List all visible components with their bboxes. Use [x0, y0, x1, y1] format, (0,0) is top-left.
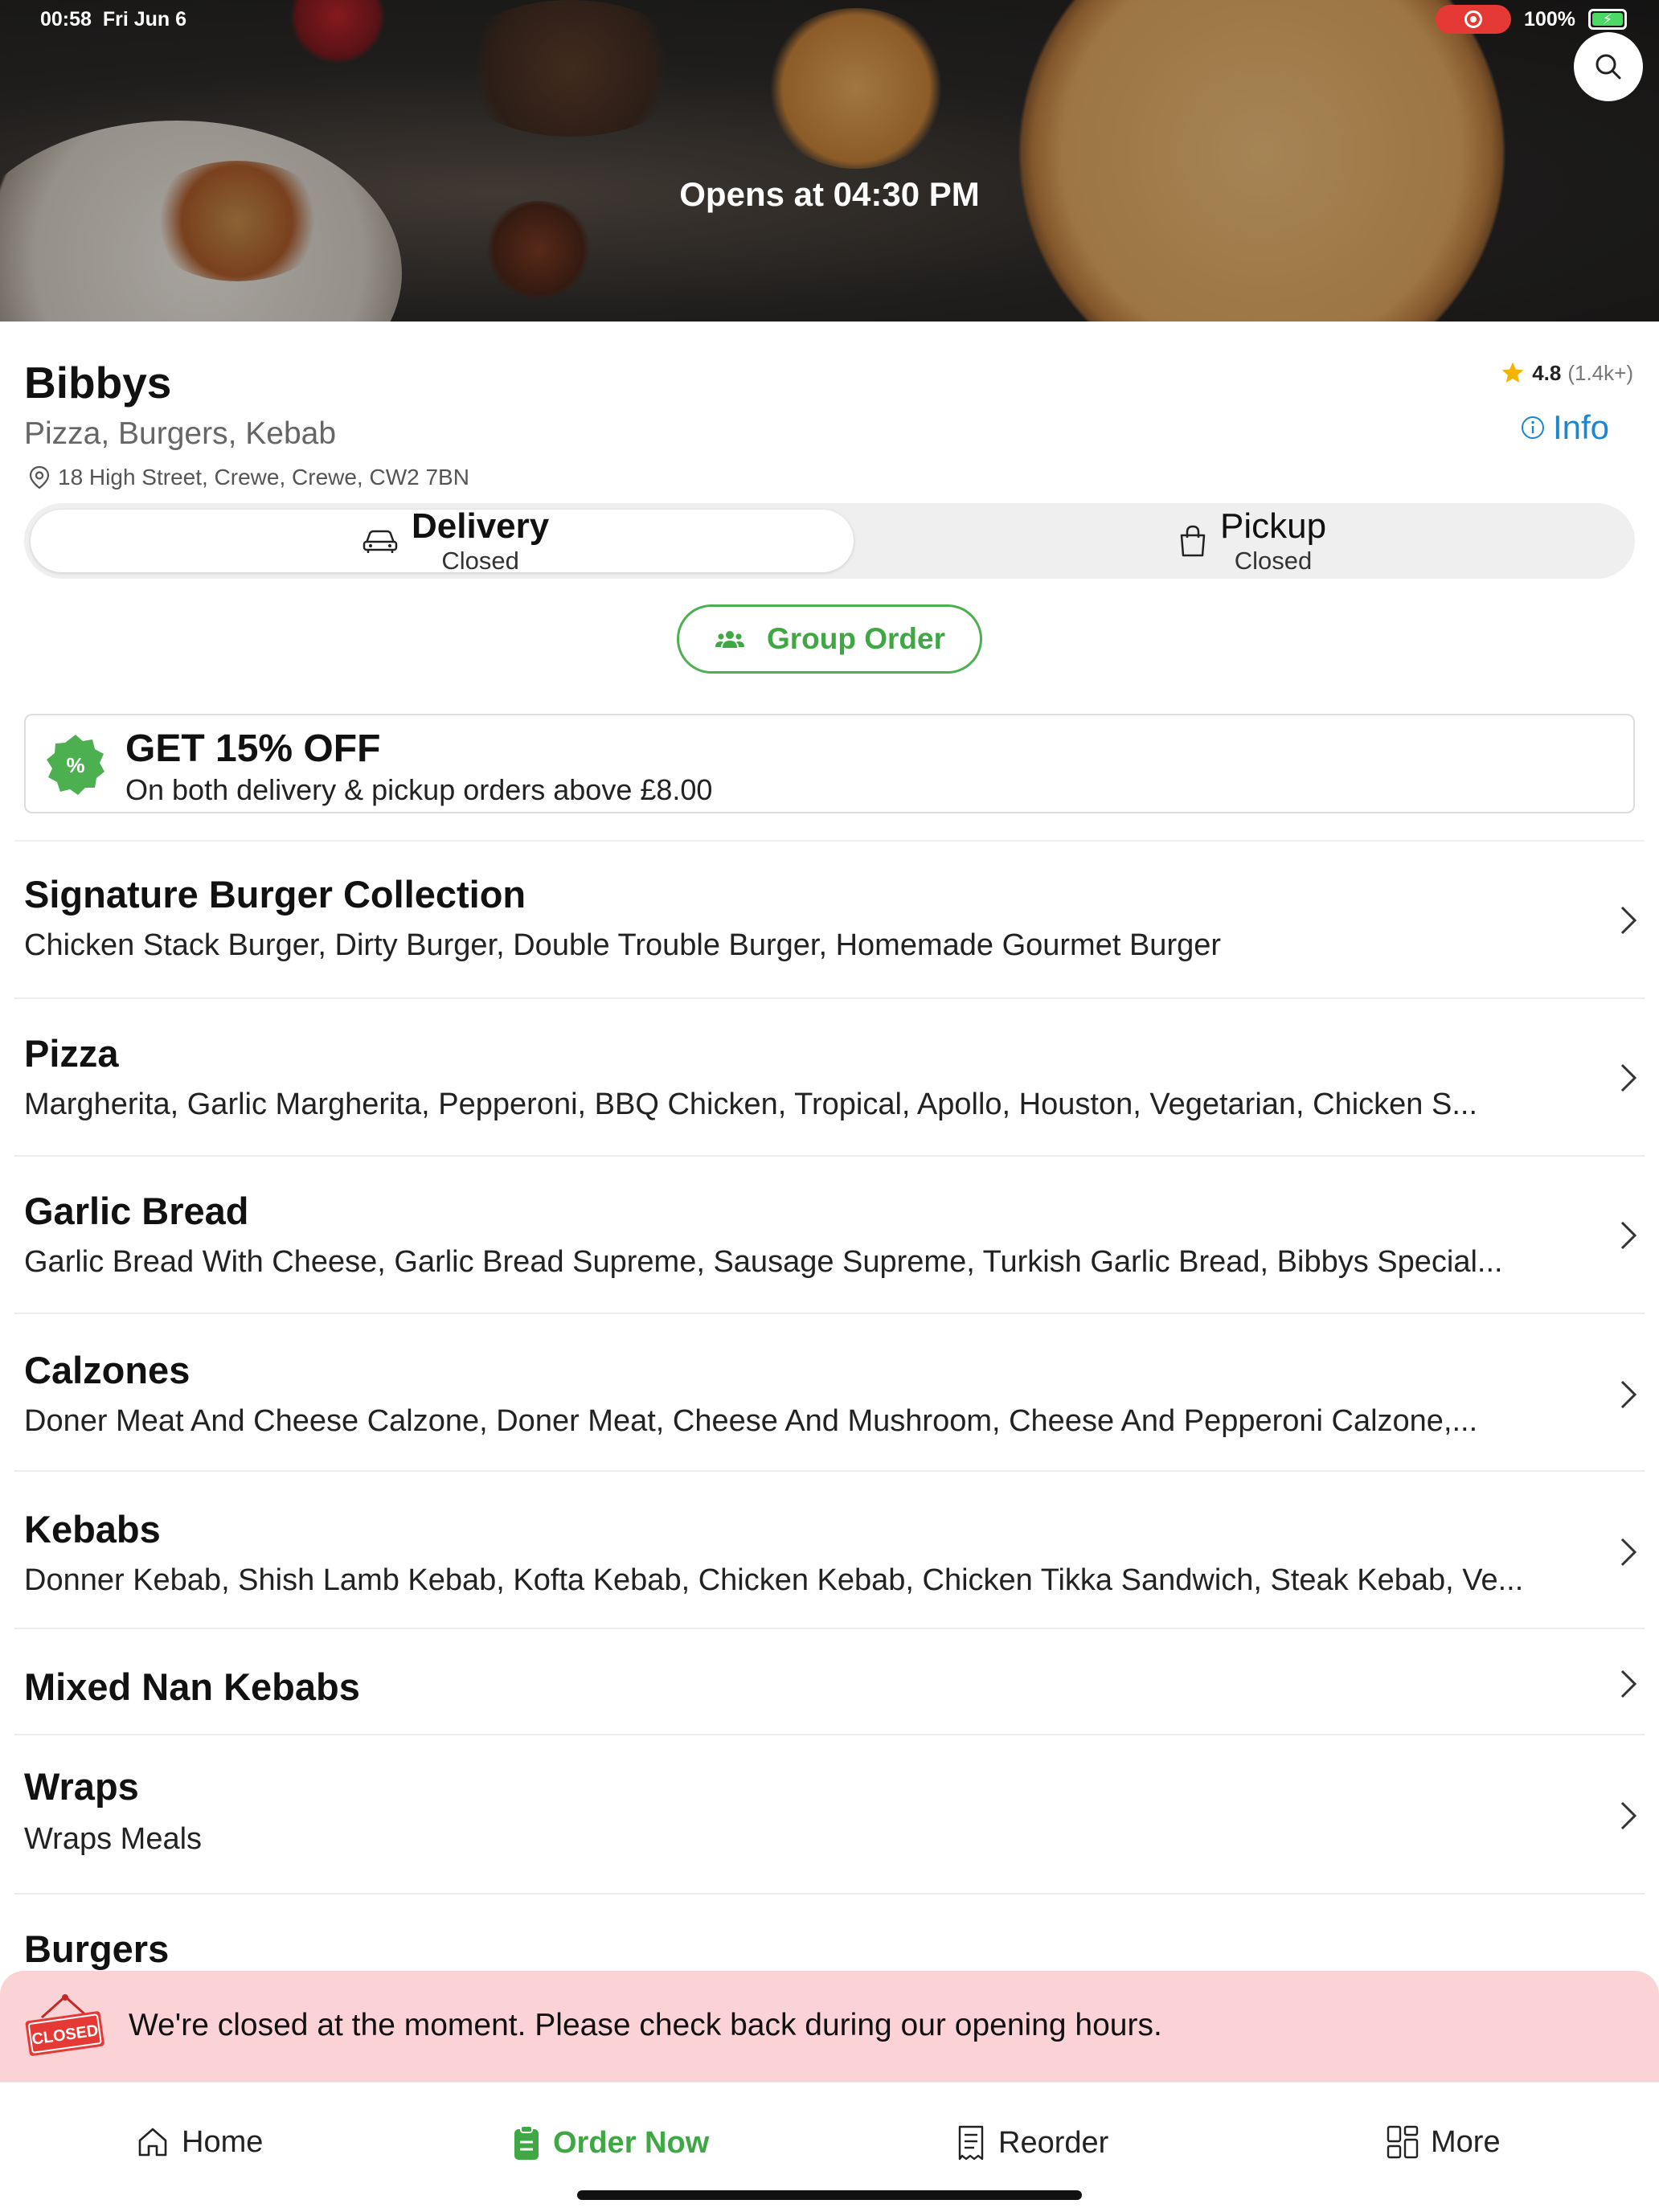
category-name: Signature Burger Collection — [24, 873, 526, 916]
promo-subtitle: On both delivery & pickup orders above £… — [125, 773, 713, 806]
category-items: Margherita, Garlic Margherita, Pepperoni… — [24, 1088, 1478, 1121]
delivery-status: Closed — [441, 547, 519, 575]
menu-category[interactable]: Mixed Nan Kebabs — [14, 1629, 1645, 1735]
receipt-icon — [958, 2125, 984, 2161]
closed-banner: CLOSED We're closed at the moment. Pleas… — [0, 1971, 1659, 2082]
rating-count: (1.4k+) — [1567, 360, 1633, 385]
pickup-label: Pickup — [1220, 506, 1327, 546]
category-name: Kebabs — [24, 1508, 161, 1550]
pickup-status: Closed — [1234, 547, 1313, 575]
shopping-bag-icon — [1180, 525, 1206, 557]
rating: 4.8 (1.4k+) — [1500, 360, 1633, 386]
category-name: Burgers — [24, 1927, 170, 1970]
closed-message: We're closed at the moment. Please check… — [129, 2008, 1162, 2042]
star-icon — [1501, 362, 1524, 383]
group-order-label: Group Order — [766, 622, 946, 655]
nav-more[interactable]: More — [1386, 2124, 1501, 2160]
menu-category[interactable]: Wraps Wraps Meals — [14, 1735, 1645, 1895]
nav-order-now-label: Order Now — [553, 2125, 710, 2160]
menu-category[interactable]: Garlic Bread Garlic Bread With Cheese, G… — [14, 1157, 1645, 1314]
chevron-right-icon — [1620, 1221, 1637, 1250]
delivery-label: Delivery — [412, 506, 550, 546]
search-icon — [1596, 54, 1621, 80]
category-items: Doner Meat And Cheese Calzone, Doner Mea… — [24, 1404, 1478, 1438]
rating-value: 4.8 — [1532, 360, 1562, 385]
chevron-right-icon — [1620, 1380, 1637, 1409]
chevron-right-icon — [1620, 1063, 1637, 1092]
category-name: Pizza — [24, 1032, 119, 1075]
screen-recording-icon — [1436, 5, 1512, 34]
restaurant-address: 18 High Street, Crewe, Crewe, CW2 7BN — [29, 465, 469, 490]
category-name: Garlic Bread — [24, 1190, 249, 1232]
address-text: 18 High Street, Crewe, Crewe, CW2 7BN — [58, 465, 469, 490]
nav-reorder[interactable]: Reorder — [955, 2124, 1108, 2161]
menu-category[interactable]: Pizza Margherita, Garlic Margherita, Pep… — [14, 999, 1645, 1157]
status-date: Fri Jun 6 — [102, 8, 187, 31]
grid-icon — [1387, 2125, 1419, 2159]
menu-category[interactable]: Kebabs Donner Kebab, Shish Lamb Kebab, K… — [14, 1472, 1645, 1629]
info-label: Info — [1552, 408, 1609, 446]
category-items: Garlic Bread With Cheese, Garlic Bread S… — [24, 1245, 1503, 1279]
group-icon — [715, 631, 744, 648]
nav-home-label: Home — [182, 2124, 264, 2159]
info-link[interactable]: Info — [1521, 408, 1609, 447]
discount-badge-icon: % — [47, 735, 104, 795]
restaurant-cuisine: Pizza, Burgers, Kebab — [24, 416, 337, 451]
chevron-right-icon — [1620, 1669, 1637, 1698]
location-pin-icon — [29, 465, 50, 490]
category-items: Chicken Stack Burger, Dirty Burger, Doub… — [24, 928, 1222, 962]
car-icon — [363, 530, 398, 553]
menu-category[interactable]: Burgers — [14, 1895, 1645, 1975]
order-clipboard-icon — [514, 2125, 539, 2160]
pickup-option[interactable]: Pickup Closed — [1178, 503, 1326, 579]
category-name: Mixed Nan Kebabs — [24, 1665, 360, 1708]
nav-home[interactable]: Home — [135, 2124, 263, 2160]
chevron-right-icon — [1620, 906, 1637, 935]
search-button[interactable] — [1574, 32, 1643, 101]
order-mode-toggle: Delivery Closed Pickup Closed — [24, 503, 1635, 579]
closed-sign-icon: CLOSED — [25, 1994, 104, 2056]
nav-more-label: More — [1431, 2124, 1501, 2159]
info-icon — [1521, 416, 1544, 439]
battery-icon: ⚡ — [1588, 9, 1627, 30]
svg-text:%: % — [66, 753, 84, 777]
home-icon — [138, 2128, 167, 2157]
hero-banner: 00:58 Fri Jun 6 100% ⚡ Opens at 04:30 PM — [0, 0, 1659, 322]
bottom-navigation: Home Order Now Reorder More — [0, 2082, 1659, 2212]
hero-overlay — [0, 0, 1659, 322]
chevron-right-icon — [1620, 1538, 1637, 1567]
menu-category[interactable]: Signature Burger Collection Chicken Stac… — [14, 842, 1645, 999]
status-indicators: 100% ⚡ — [1436, 5, 1627, 34]
status-time: 00:58 Fri Jun 6 — [40, 8, 187, 31]
nav-reorder-label: Reorder — [998, 2125, 1109, 2160]
group-order-button[interactable]: Group Order — [677, 604, 982, 674]
promo-title: GET 15% OFF — [125, 727, 381, 770]
promo-card[interactable]: % GET 15% OFF On both delivery & pickup … — [24, 714, 1635, 813]
category-name: Wraps — [24, 1765, 139, 1808]
delivery-option[interactable]: Delivery Closed — [362, 503, 549, 579]
battery-percent: 100% — [1524, 7, 1575, 31]
menu-category[interactable]: Calzones Doner Meat And Cheese Calzone, … — [14, 1314, 1645, 1472]
restaurant-name: Bibbys — [24, 358, 172, 408]
home-indicator[interactable] — [577, 2190, 1082, 2200]
category-items: Wraps Meals — [24, 1822, 203, 1856]
opening-time: Opens at 04:30 PM — [679, 175, 980, 213]
category-items: Donner Kebab, Shish Lamb Kebab, Kofta Ke… — [24, 1563, 1524, 1597]
category-name: Calzones — [24, 1349, 190, 1391]
chevron-right-icon — [1620, 1801, 1637, 1830]
nav-order-now[interactable]: Order Now — [511, 2124, 709, 2161]
